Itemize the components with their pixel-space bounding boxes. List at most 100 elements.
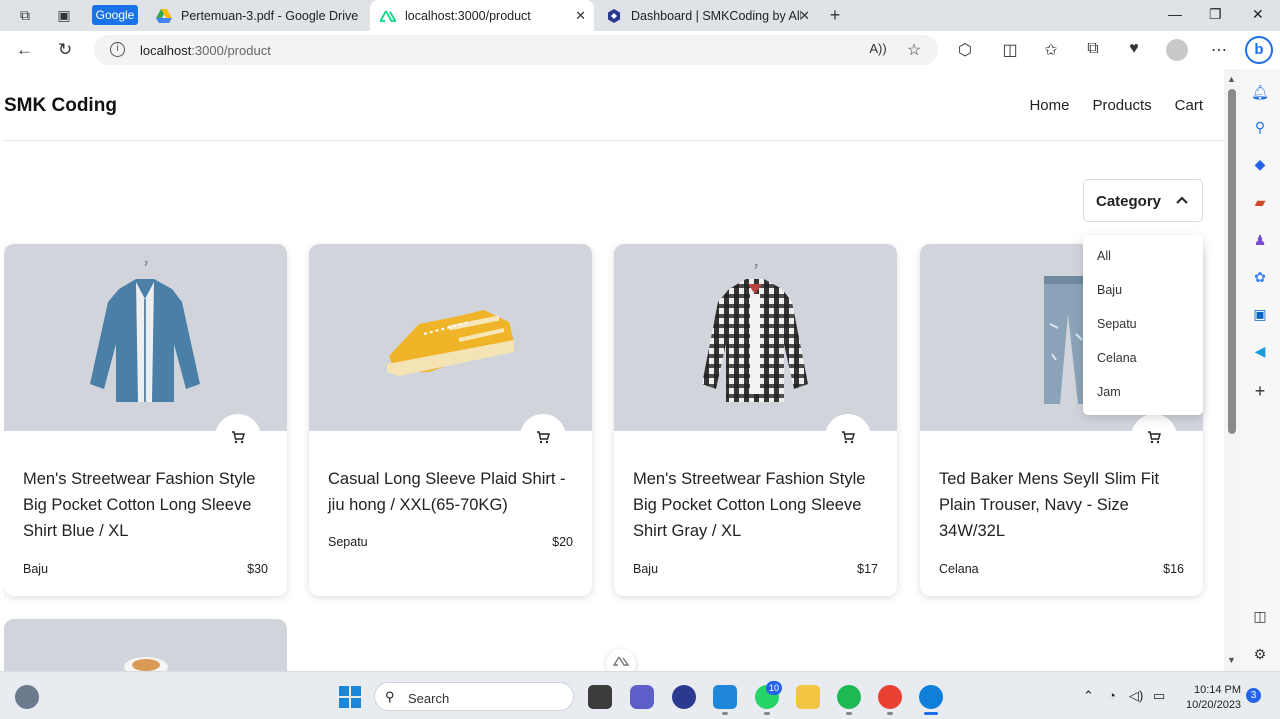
running-indicator [722, 712, 728, 715]
tools-icon[interactable]: ▰ [1251, 193, 1269, 211]
favorite-star-icon[interactable]: ☆ [904, 40, 924, 60]
tab-label: Dashboard | SMKCoding by Alkar [631, 8, 801, 23]
tab-actions-icon[interactable]: ▣ [55, 6, 73, 24]
back-icon[interactable]: ← [16, 40, 33, 60]
product-card[interactable]: Casual Long Sleeve Plaid Shirt - jiu hon… [309, 244, 592, 596]
add-app-icon[interactable]: + [1251, 382, 1269, 400]
nav-products[interactable]: Products [1092, 97, 1151, 114]
product-price: $30 [247, 562, 268, 576]
taskbar-search[interactable]: ⚲ Search [374, 682, 574, 711]
address-url[interactable]: localhost:3000/product [140, 43, 271, 58]
product-image[interactable] [4, 244, 287, 431]
split-screen-icon[interactable]: ◫ [1000, 40, 1020, 60]
product-category: Baju [633, 562, 659, 576]
close-tab-icon[interactable]: ✕ [799, 8, 810, 24]
product-category: Sepatu [328, 535, 368, 549]
product-image[interactable] [309, 244, 592, 431]
cart-icon [1148, 430, 1161, 443]
volume-icon[interactable]: ◁) [1129, 688, 1143, 704]
tab-dashboard[interactable]: Dashboard | SMKCoding by Alkar ✕ [596, 0, 818, 31]
chrome-icon[interactable] [878, 685, 902, 709]
running-indicator [846, 712, 852, 715]
product-title[interactable]: Men's Streetwear Fashion Style Big Pocke… [23, 466, 273, 544]
close-tab-icon[interactable]: ✕ [575, 8, 586, 24]
nuxt-devtools-button[interactable] [606, 649, 636, 671]
denim-shirt-image [90, 261, 200, 402]
watch-image [124, 657, 168, 671]
sidebar-toggle-icon[interactable]: ◫ [1251, 607, 1269, 625]
windows-start-icon[interactable] [338, 685, 362, 709]
battery-icon[interactable]: ▭ [1153, 688, 1165, 704]
site-header: SMK Coding Home Products Cart [4, 69, 1224, 141]
weather-icon[interactable] [15, 685, 39, 709]
collections-icon[interactable]: ⧉ [1083, 40, 1103, 58]
product-card[interactable]: Men's Streetwear Fashion Style Big Pocke… [614, 244, 897, 596]
notification-badge[interactable]: 3 [1246, 688, 1261, 703]
refresh-icon[interactable]: ↻ [58, 40, 72, 60]
minimize-icon[interactable]: — [1168, 6, 1182, 22]
drop-icon[interactable]: ◀ [1251, 342, 1269, 360]
microsoft-365-icon[interactable]: ✿ [1251, 268, 1269, 286]
brand-logo[interactable]: SMK Coding [4, 95, 117, 117]
product-image[interactable] [614, 244, 897, 431]
add-to-cart-button[interactable] [520, 414, 566, 460]
taskbar-search-placeholder: Search [408, 691, 450, 706]
system-clock[interactable]: 10:14 PM 10/20/2023 [1186, 683, 1241, 713]
extensions-icon[interactable]: ⬡ [955, 40, 975, 60]
settings-gear-icon[interactable]: ⚙ [1251, 645, 1269, 663]
scroll-down-icon[interactable]: ▼ [1227, 655, 1236, 665]
bell-icon[interactable]: 🔔︎ [1251, 83, 1269, 101]
product-title[interactable]: Ted Baker Mens SeylI Slim Fit Plain Trou… [939, 466, 1189, 544]
teams-icon[interactable] [630, 685, 654, 709]
workspaces-icon[interactable]: ⧉ [16, 6, 34, 24]
restore-icon[interactable]: ❐ [1209, 6, 1222, 23]
copilot-icon[interactable]: b [1245, 36, 1273, 64]
vscode-icon[interactable] [713, 685, 737, 709]
read-aloud-icon[interactable]: A)) [868, 41, 888, 56]
tab-google-drive[interactable]: Pertemuan-3.pdf - Google Drive [146, 0, 368, 31]
product-card-partial[interactable] [4, 619, 287, 671]
nav-cart[interactable]: Cart [1175, 97, 1203, 114]
scrollbar-thumb[interactable] [1228, 89, 1236, 434]
cart-icon [232, 430, 245, 443]
outlook-icon[interactable]: ▣ [1251, 305, 1269, 323]
product-title[interactable]: Casual Long Sleeve Plaid Shirt - jiu hon… [328, 466, 578, 518]
tab-google[interactable]: Google [92, 5, 138, 25]
page-scrollbar[interactable]: ▲ ▼ [1224, 69, 1240, 671]
add-to-cart-button[interactable] [1131, 414, 1177, 460]
profile-avatar[interactable] [1166, 39, 1188, 61]
category-option-sepatu[interactable]: Sepatu [1097, 317, 1137, 331]
more-menu-icon[interactable]: ⋯ [1209, 40, 1229, 60]
edge-icon[interactable] [919, 685, 943, 709]
add-to-cart-button[interactable] [825, 414, 871, 460]
nav-home[interactable]: Home [1029, 97, 1069, 114]
site-info-icon[interactable]: i [110, 42, 125, 57]
favorites-icon[interactable]: ✩ [1041, 40, 1061, 60]
add-to-cart-button[interactable] [215, 414, 261, 460]
category-option-all[interactable]: All [1097, 249, 1111, 263]
games-icon[interactable]: ♟ [1251, 231, 1269, 249]
tray-overflow-icon[interactable]: ⌃ [1083, 688, 1094, 704]
product-card[interactable]: Men's Streetwear Fashion Style Big Pocke… [4, 244, 287, 596]
search-icon[interactable]: ⚲ [1251, 118, 1269, 136]
browser-tab-strip: ⧉ ▣ Google Pertemuan-3.pdf - Google Driv… [0, 0, 1280, 31]
category-option-jam[interactable]: Jam [1097, 385, 1121, 399]
product-price: $17 [857, 562, 878, 576]
category-dropdown-button[interactable]: Category [1083, 179, 1203, 222]
close-window-icon[interactable]: ✕ [1252, 6, 1264, 23]
file-explorer-icon[interactable] [796, 685, 820, 709]
wifi-icon[interactable]: ◔ [1108, 688, 1116, 703]
yellow-sneaker-image [387, 310, 514, 376]
scroll-up-icon[interactable]: ▲ [1227, 74, 1236, 84]
smkcoding-app-icon[interactable] [672, 685, 696, 709]
spotify-icon[interactable] [837, 685, 861, 709]
new-tab-icon[interactable]: + [826, 5, 844, 25]
category-option-baju[interactable]: Baju [1097, 283, 1122, 297]
address-bar[interactable]: i localhost:3000/product A)) ☆ [94, 35, 938, 65]
shopping-tag-icon[interactable]: ◆ [1251, 155, 1269, 173]
browser-essentials-icon[interactable]: ♥ [1124, 40, 1144, 58]
product-title[interactable]: Men's Streetwear Fashion Style Big Pocke… [633, 466, 883, 544]
tab-localhost[interactable]: localhost:3000/product ✕ [370, 0, 594, 31]
category-option-celana[interactable]: Celana [1097, 351, 1137, 365]
task-view-icon[interactable] [588, 685, 612, 709]
